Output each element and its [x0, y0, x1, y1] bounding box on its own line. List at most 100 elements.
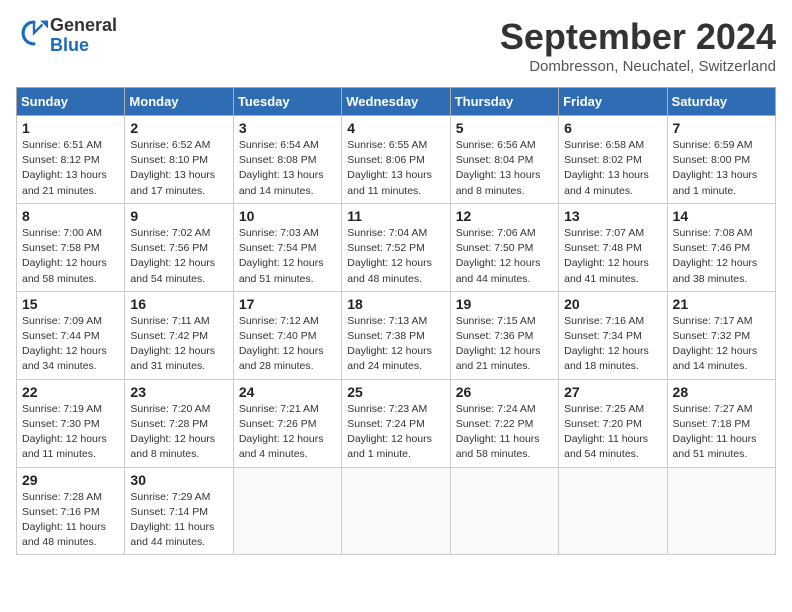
day-number: 14 [673, 208, 770, 224]
day-detail: Sunrise: 7:02 AMSunset: 7:56 PMDaylight:… [130, 226, 227, 287]
calendar-row: 1 Sunrise: 6:51 AMSunset: 8:12 PMDaylight… [17, 116, 776, 204]
day-number: 9 [130, 208, 227, 224]
day-number: 19 [456, 296, 553, 312]
day-number: 30 [130, 472, 227, 488]
day-number: 20 [564, 296, 661, 312]
calendar-cell: 23 Sunrise: 7:20 AMSunset: 7:28 PMDayligh… [125, 379, 233, 467]
calendar-cell: 26Sunrise: 7:24 AMSunset: 7:22 PMDayligh… [450, 379, 558, 467]
calendar-cell [559, 467, 667, 555]
calendar-cell: 21 Sunrise: 7:17 AMSunset: 7:32 PMDayligh… [667, 291, 775, 379]
calendar-cell: 28 Sunrise: 7:27 AMSunset: 7:18 PMDayligh… [667, 379, 775, 467]
day-number: 10 [239, 208, 336, 224]
calendar-table: SundayMondayTuesdayWednesdayThursdayFrid… [16, 87, 776, 555]
day-detail: Sunrise: 7:29 AMSunset: 7:14 PMDaylight:… [130, 490, 227, 551]
day-detail: Sunrise: 7:27 AMSunset: 7:18 PMDaylight:… [673, 402, 770, 463]
day-detail: Sunrise: 7:12 AMSunset: 7:40 PMDaylight:… [239, 314, 336, 375]
day-detail: Sunrise: 7:19 AMSunset: 7:30 PMDaylight:… [22, 402, 119, 463]
day-number: 26 [456, 384, 553, 400]
column-header-monday: Monday [125, 88, 233, 116]
day-number: 27 [564, 384, 661, 400]
page-header: General Blue September 2024 Dombresson, … [16, 16, 776, 75]
calendar-cell: 24 Sunrise: 7:21 AMSunset: 7:26 PMDayligh… [233, 379, 341, 467]
day-detail: Sunrise: 7:28 AMSunset: 7:16 PMDaylight:… [22, 490, 119, 551]
day-number: 23 [130, 384, 227, 400]
day-number: 25 [347, 384, 444, 400]
day-detail: Sunrise: 7:09 AMSunset: 7:44 PMDaylight:… [22, 314, 119, 375]
day-number: 1 [22, 120, 119, 136]
calendar-cell: 7 Sunrise: 6:59 AMSunset: 8:00 PMDaylight… [667, 116, 775, 204]
day-detail: Sunrise: 6:54 AMSunset: 8:08 PMDaylight:… [239, 138, 336, 199]
day-number: 2 [130, 120, 227, 136]
calendar-cell [233, 467, 341, 555]
column-header-saturday: Saturday [667, 88, 775, 116]
calendar-cell [667, 467, 775, 555]
day-detail: Sunrise: 7:11 AMSunset: 7:42 PMDaylight:… [130, 314, 227, 375]
day-number: 8 [22, 208, 119, 224]
calendar-cell: 14 Sunrise: 7:08 AMSunset: 7:46 PMDayligh… [667, 203, 775, 291]
calendar-cell: 10Sunrise: 7:03 AMSunset: 7:54 PMDayligh… [233, 203, 341, 291]
day-detail: Sunrise: 7:23 AMSunset: 7:24 PMDaylight:… [347, 402, 444, 463]
calendar-row: 29 Sunrise: 7:28 AMSunset: 7:16 PMDayligh… [17, 467, 776, 555]
day-number: 13 [564, 208, 661, 224]
day-number: 12 [456, 208, 553, 224]
column-header-sunday: Sunday [17, 88, 125, 116]
day-number: 3 [239, 120, 336, 136]
day-detail: Sunrise: 7:15 AMSunset: 7:36 PMDaylight:… [456, 314, 553, 375]
day-number: 28 [673, 384, 770, 400]
day-number: 4 [347, 120, 444, 136]
column-header-wednesday: Wednesday [342, 88, 450, 116]
day-detail: Sunrise: 7:25 AMSunset: 7:20 PMDaylight:… [564, 402, 661, 463]
month-title: September 2024 [500, 16, 776, 58]
day-detail: Sunrise: 6:59 AMSunset: 8:00 PMDaylight:… [673, 138, 770, 199]
calendar-cell: 6Sunrise: 6:58 AMSunset: 8:02 PMDaylight… [559, 116, 667, 204]
calendar-cell: 15 Sunrise: 7:09 AMSunset: 7:44 PMDayligh… [17, 291, 125, 379]
calendar-cell: 12 Sunrise: 7:06 AMSunset: 7:50 PMDayligh… [450, 203, 558, 291]
calendar-row: 22Sunrise: 7:19 AMSunset: 7:30 PMDayligh… [17, 379, 776, 467]
calendar-row: 15 Sunrise: 7:09 AMSunset: 7:44 PMDayligh… [17, 291, 776, 379]
day-number: 24 [239, 384, 336, 400]
calendar-cell: 25 Sunrise: 7:23 AMSunset: 7:24 PMDayligh… [342, 379, 450, 467]
calendar-cell: 11Sunrise: 7:04 AMSunset: 7:52 PMDayligh… [342, 203, 450, 291]
day-number: 15 [22, 296, 119, 312]
calendar-cell [450, 467, 558, 555]
calendar-cell: 29 Sunrise: 7:28 AMSunset: 7:16 PMDayligh… [17, 467, 125, 555]
calendar-cell: 4Sunrise: 6:55 AMSunset: 8:06 PMDaylight… [342, 116, 450, 204]
calendar-cell: 20 Sunrise: 7:16 AMSunset: 7:34 PMDayligh… [559, 291, 667, 379]
calendar-cell: 5Sunrise: 6:56 AMSunset: 8:04 PMDaylight… [450, 116, 558, 204]
calendar-cell: 16 Sunrise: 7:11 AMSunset: 7:42 PMDayligh… [125, 291, 233, 379]
day-number: 29 [22, 472, 119, 488]
calendar-cell: 18Sunrise: 7:13 AMSunset: 7:38 PMDayligh… [342, 291, 450, 379]
calendar-cell: 17Sunrise: 7:12 AMSunset: 7:40 PMDayligh… [233, 291, 341, 379]
column-header-friday: Friday [559, 88, 667, 116]
calendar-cell: 13 Sunrise: 7:07 AMSunset: 7:48 PMDayligh… [559, 203, 667, 291]
day-detail: Sunrise: 7:21 AMSunset: 7:26 PMDaylight:… [239, 402, 336, 463]
day-number: 21 [673, 296, 770, 312]
logo: General Blue [16, 16, 117, 56]
day-detail: Sunrise: 7:06 AMSunset: 7:50 PMDaylight:… [456, 226, 553, 287]
calendar-row: 8 Sunrise: 7:00 AMSunset: 7:58 PMDaylight… [17, 203, 776, 291]
day-detail: Sunrise: 7:17 AMSunset: 7:32 PMDaylight:… [673, 314, 770, 375]
day-detail: Sunrise: 6:56 AMSunset: 8:04 PMDaylight:… [456, 138, 553, 199]
column-header-thursday: Thursday [450, 88, 558, 116]
logo-general-text: General [50, 16, 117, 36]
day-detail: Sunrise: 6:51 AMSunset: 8:12 PMDaylight:… [22, 138, 119, 199]
calendar-cell: 30 Sunrise: 7:29 AMSunset: 7:14 PMDayligh… [125, 467, 233, 555]
day-detail: Sunrise: 7:16 AMSunset: 7:34 PMDaylight:… [564, 314, 661, 375]
calendar-cell: 9 Sunrise: 7:02 AMSunset: 7:56 PMDaylight… [125, 203, 233, 291]
logo-blue-text: Blue [50, 36, 117, 56]
day-detail: Sunrise: 7:08 AMSunset: 7:46 PMDaylight:… [673, 226, 770, 287]
day-number: 16 [130, 296, 227, 312]
day-number: 7 [673, 120, 770, 136]
logo-icon [20, 19, 48, 47]
day-detail: Sunrise: 7:00 AMSunset: 7:58 PMDaylight:… [22, 226, 119, 287]
calendar-cell [342, 467, 450, 555]
location-text: Dombresson, Neuchatel, Switzerland [500, 58, 776, 75]
calendar-cell: 19 Sunrise: 7:15 AMSunset: 7:36 PMDayligh… [450, 291, 558, 379]
day-detail: Sunrise: 6:52 AMSunset: 8:10 PMDaylight:… [130, 138, 227, 199]
day-detail: Sunrise: 7:07 AMSunset: 7:48 PMDaylight:… [564, 226, 661, 287]
day-detail: Sunrise: 7:20 AMSunset: 7:28 PMDaylight:… [130, 402, 227, 463]
day-number: 11 [347, 208, 444, 224]
column-header-tuesday: Tuesday [233, 88, 341, 116]
calendar-cell: 8 Sunrise: 7:00 AMSunset: 7:58 PMDaylight… [17, 203, 125, 291]
day-detail: Sunrise: 7:13 AMSunset: 7:38 PMDaylight:… [347, 314, 444, 375]
